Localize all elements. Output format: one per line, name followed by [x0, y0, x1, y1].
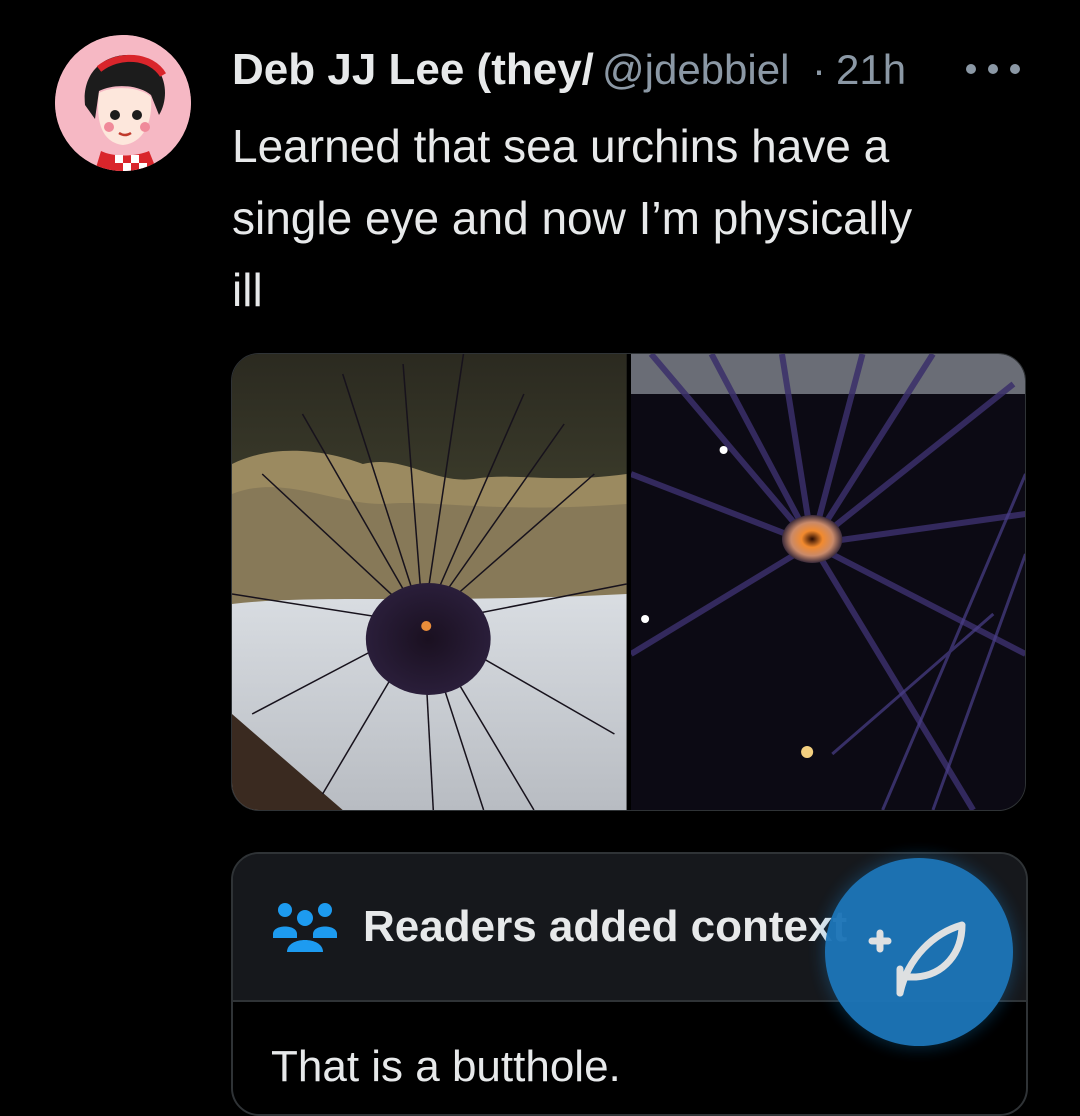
- tweet-timestamp[interactable]: 21h: [836, 46, 906, 94]
- header-separator: ·: [812, 46, 826, 93]
- author-handle[interactable]: @jdebbiel: [602, 46, 808, 94]
- media-image-urchin-tank[interactable]: [232, 354, 627, 810]
- more-horizontal-icon[interactable]: [966, 54, 1020, 84]
- tweet-header: Deb JJ Lee (they/them) @jdebbiel · 21h: [232, 40, 1032, 100]
- avatar-illustration: [55, 35, 191, 171]
- feather-compose-icon: [868, 921, 966, 997]
- media-image-urchin-eye-closeup[interactable]: [630, 354, 1025, 810]
- author-display-name[interactable]: Deb JJ Lee (they/them): [232, 45, 594, 95]
- tweet-media-grid[interactable]: [231, 353, 1026, 811]
- community-note-title: Readers added context: [363, 902, 848, 951]
- author-avatar[interactable]: [55, 35, 191, 171]
- tweet-text: Learned that sea urchins have a single e…: [232, 120, 913, 316]
- people-group-icon: [273, 903, 337, 952]
- compose-tweet-button[interactable]: [825, 858, 1013, 1046]
